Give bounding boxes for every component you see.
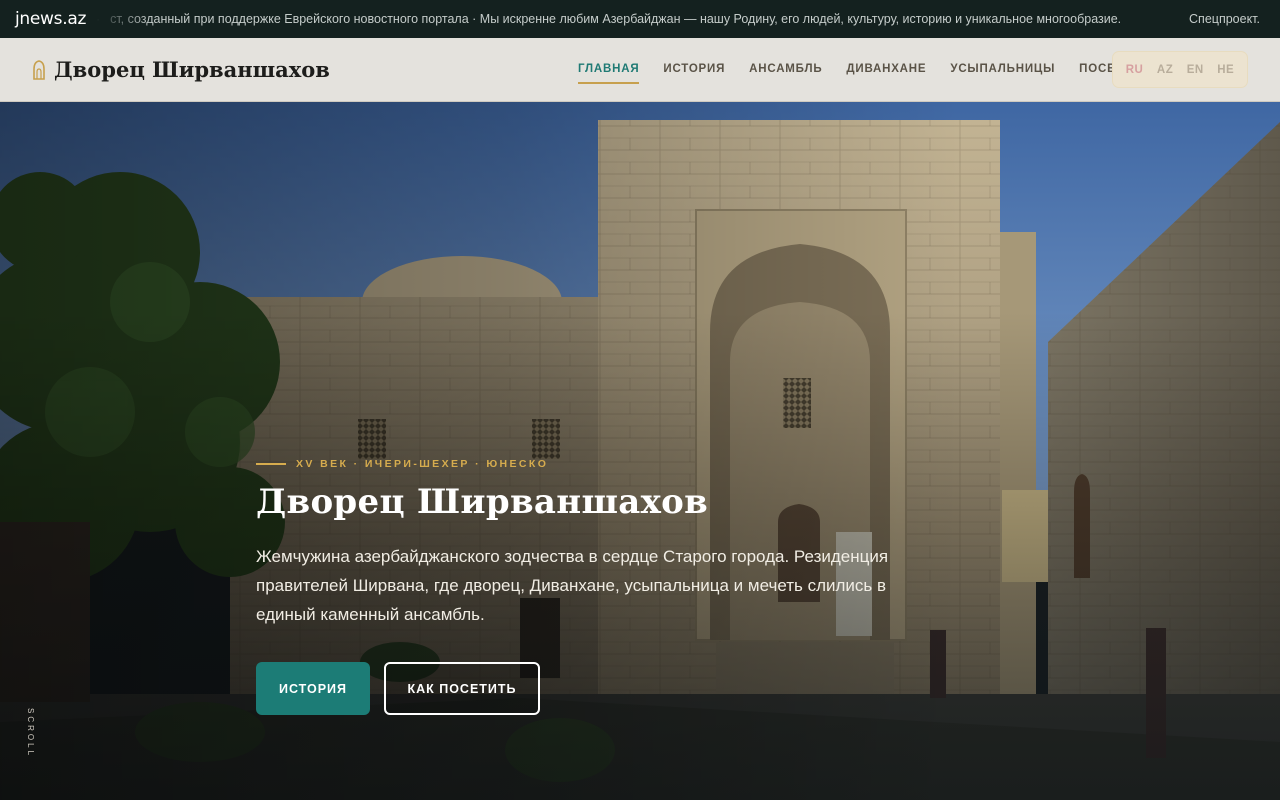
hero-content: XV ВЕК · ИЧЕРИ-ШЕХЕР · ЮНЕСКО Дворец Шир… [256,458,936,715]
brand-name: Дворец Ширваншахов [54,57,330,82]
nav-item-tombs[interactable]: УСЫПАЛЬНИЦЫ [950,38,1055,102]
arch-icon [33,59,45,80]
eyebrow-line [256,463,286,465]
hero-eyebrow: XV ВЕК · ИЧЕРИ-ШЕХЕР · ЮНЕСКО [256,458,936,470]
lang-he[interactable]: HE [1217,64,1234,76]
nav-item-history[interactable]: ИСТОРИЯ [663,38,725,102]
eyebrow-text: XV ВЕК · ИЧЕРИ-ШЕХЕР · ЮНЕСКО [296,458,549,470]
jnews-logo[interactable]: jnews.az [0,9,86,29]
site-header: Дворец Ширваншахов ГЛАВНАЯ ИСТОРИЯ АНСАМ… [0,38,1280,102]
hero-section: XV ВЕК · ИЧЕРИ-ШЕХЕР · ЮНЕСКО Дворец Шир… [0,102,1280,800]
brand[interactable]: Дворец Ширваншахов [0,57,330,82]
language-switcher: RU AZ EN HE [1112,51,1248,88]
nav-item-home[interactable]: ГЛАВНАЯ [578,38,640,102]
nav-item-divankhane[interactable]: ДИВАНХАНЕ [846,38,926,102]
main-nav: ГЛАВНАЯ ИСТОРИЯ АНСАМБЛЬ ДИВАНХАНЕ УСЫПА… [578,38,1187,102]
scroll-indicator[interactable]: SCROLL [26,708,35,758]
ticker-fade [92,0,152,38]
how-to-visit-button[interactable]: КАК ПОСЕТИТЬ [384,662,540,715]
nav-item-ensemble[interactable]: АНСАМБЛЬ [749,38,822,102]
news-ticker-bar: jnews.az · ст, созданный при поддержке Е… [0,0,1280,38]
lang-az[interactable]: AZ [1157,64,1173,76]
hero-title: Дворец Ширваншахов [256,482,709,522]
lang-en[interactable]: EN [1187,64,1204,76]
ticker-text: ст, созданный при поддержке Еврейского н… [110,12,1122,26]
history-button[interactable]: ИСТОРИЯ [256,662,370,715]
hero-buttons: ИСТОРИЯ КАК ПОСЕТИТЬ [256,662,936,715]
hero-lead: Жемчужина азербайджанского зодчества в с… [256,547,889,624]
special-project-link[interactable]: Спецпроект. [1159,0,1280,38]
lang-ru[interactable]: RU [1126,64,1144,76]
